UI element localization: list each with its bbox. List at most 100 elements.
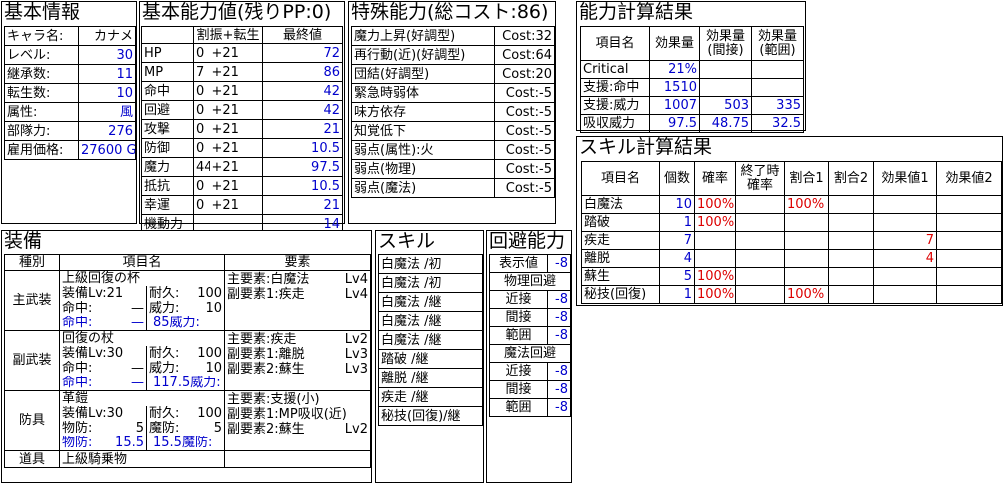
equip-dur-label: 耐久: [149, 405, 180, 421]
evasion-phys-title: 物理回避 [489, 272, 571, 291]
skill-calc-e2 [936, 231, 1002, 250]
equipment-table: 種別 項目名 要素 主武装 上級回復の杯 主要素:白魔法 Lv4 副要素1:疾走 Lv4 装備Lv… [4, 254, 372, 468]
special-abilities-panel: 特殊能力(総コスト:86) 魔力上昇(好調型) Cost:32 再行動(近)(好調型… [348, 1, 556, 224]
equip-stat1: 命中: — [59, 360, 147, 376]
skill-calc-header-cell: 割合2 [828, 161, 874, 196]
evasion-magic-label: 近接 [489, 362, 548, 381]
ability-calc-header: 項目名 効果量 効果量 (間接) 効果量 (範囲) [580, 26, 804, 61]
special-ability-name: 魔力上昇(好調型) [351, 26, 495, 46]
equip-header-name: 項目名 [58, 254, 226, 271]
equip-final2-value: 85 [153, 315, 170, 331]
equip-stat2: 威力: 10 [145, 300, 226, 316]
skill-item: 白魔法 /初 [378, 254, 483, 274]
equip-final2-label: 威力: [169, 315, 200, 331]
equip-name: 革鎧 [58, 390, 226, 406]
equipment-header: 種別 項目名 要素 [4, 254, 372, 271]
evasion-panel: 回避能力 表示値 -8 物理回避 近接 -8 間接 -8 範囲 -8 魔法回避 近接 -8 間接 -8 範囲… [486, 230, 572, 483]
equip-element-label: 主要素:白魔法 [227, 272, 310, 287]
stat-label: MP [141, 62, 194, 82]
evasion-phys-value: -8 [547, 308, 571, 327]
special-ability-cost: Cost:20 [494, 64, 555, 84]
ability-calc-v1: 21% [649, 60, 700, 79]
evasion-magic-value: -8 [547, 398, 571, 417]
equip-stat1-value: — [131, 300, 144, 316]
equip-final1-label: 命中: [62, 375, 93, 391]
skill-calc-header: 項目名 個数 確率 終了時 確率 割合1 割合2 効果値1 効果値2 [581, 161, 1002, 196]
special-ability-row: 弱点(魔法) Cost:-5 [351, 178, 555, 198]
evasion-magic-title: 魔法回避 [489, 344, 571, 363]
skill-row: 白魔法 /初 [378, 273, 483, 293]
evasion-magic-label: 間接 [489, 380, 548, 399]
equip-stat2: 魔防: 5 [145, 420, 226, 436]
special-abilities-table: 魔力上昇(好調型) Cost:32 再行動(近)(好調型) Cost:64 団結(好調型… [351, 26, 555, 198]
equip-durability: 耐久: 100 [145, 345, 226, 361]
special-ability-name: 再行動(近)(好調型) [351, 45, 495, 65]
skill-calc-e1: 7 [873, 231, 937, 250]
stat-label: 魔力 [141, 157, 194, 177]
equip-final2-label: 威力: [190, 375, 221, 391]
ability-calc-row: Critical 21% [580, 60, 804, 79]
evasion-row: 表示値 -8 [489, 254, 571, 273]
skill-calc-name: 踏破 [581, 213, 660, 232]
equip-dur-value: 100 [197, 405, 223, 421]
skill-calc-e2 [936, 285, 1002, 304]
skill-calc-e2 [936, 195, 1002, 214]
equip-stat1-value: 5 [135, 420, 144, 436]
equip-element-line: 副要素2:蘇生 Lv2 [227, 422, 368, 437]
equip-element-lv: Lv4 [344, 287, 369, 302]
equip-elements: 主要素:疾走 Lv2 副要素1:離脱 Lv3 副要素2:蘇生 Lv3 [224, 330, 372, 391]
stat-final: 10.5 [262, 138, 343, 158]
evasion-row: 近接 -8 [489, 362, 571, 381]
ability-calc-v2: 48.75 [699, 114, 752, 133]
equip-dur-label: 耐久: [149, 345, 180, 361]
stat-final: 21 [262, 195, 343, 215]
evasion-phys-value: -8 [547, 290, 571, 309]
skill-calc-p2 [828, 285, 874, 304]
ability-calc-v1: 1510 [649, 78, 700, 97]
skill-calc-row: 踏破 1 100% [581, 213, 1002, 232]
equip-dur-value: 100 [197, 345, 223, 361]
skill-calc-header-cell: 効果値2 [936, 161, 1002, 196]
ability-calc-v3: 32.5 [751, 114, 804, 133]
equip-element-label: 副要素1:MP吸収(近) [227, 407, 347, 422]
stat-alloc: 7 [193, 62, 210, 82]
equip-stat2-label: 魔防: [149, 420, 180, 436]
skill-calc-count: 7 [659, 231, 695, 250]
ability-calc-row: 支援:命中 1510 [580, 78, 804, 97]
skill-calc-header-cell: 割合1 [784, 161, 829, 196]
equip-stat1-label: 命中: [62, 360, 93, 376]
ability-calc-v2 [699, 60, 752, 79]
skill-item: 疾走 /継 [378, 387, 483, 407]
ability-calc-row: 吸収威力 97.5 48.75 32.5 [580, 114, 804, 133]
basic-info-value: 30 [78, 45, 136, 65]
equip-type: 防具 [4, 390, 60, 451]
equipment-row: 主武装 上級回復の杯 主要素:白魔法 Lv4 副要素1:疾走 Lv4 [4, 270, 372, 331]
equip-stat2-label: 威力: [149, 360, 180, 376]
special-ability-name: 緊急時弱体 [351, 83, 495, 103]
ability-calc-v2: 503 [699, 96, 752, 115]
special-ability-name: 弱点(魔法) [351, 178, 495, 198]
equip-element-line: 主要素:白魔法 Lv4 [227, 272, 368, 287]
basic-info-label: 雇用価格: [4, 140, 79, 160]
ability-calc-v1: 1007 [649, 96, 700, 115]
base-stats-header: 割振+転生 最終値 [141, 26, 343, 44]
stat-alloc: 0 [193, 100, 210, 120]
equip-final2: 魔防: 15.5 [145, 435, 226, 451]
evasion-phys-label: 範囲 [489, 326, 548, 345]
stat-label: 攻撃 [141, 119, 194, 139]
equip-tool-elements [224, 450, 372, 468]
skill-calc-rate: 100% [694, 267, 736, 286]
skill-calc-e1 [873, 195, 937, 214]
equip-final1-value: — [131, 375, 144, 391]
stat-bonus: +21 [209, 176, 263, 196]
special-ability-row: 再行動(近)(好調型) Cost:64 [351, 45, 555, 65]
skill-calc-header-cell: 個数 [659, 161, 695, 196]
base-stats-row: 抵抗 0 +21 10.5 [141, 176, 343, 196]
ability-calc-name: 吸収威力 [580, 114, 650, 133]
equip-elements: 主要素:支援(小) 副要素1:MP吸収(近) 副要素2:蘇生 Lv2 [224, 390, 372, 451]
equip-dur-label: 耐久: [149, 285, 180, 301]
equip-stat1-label: 命中: [62, 300, 93, 316]
skill-row: 離脱 /継 [378, 368, 483, 388]
special-ability-name: 味方依存 [351, 102, 495, 122]
evasion-row: 物理回避 [489, 272, 571, 291]
